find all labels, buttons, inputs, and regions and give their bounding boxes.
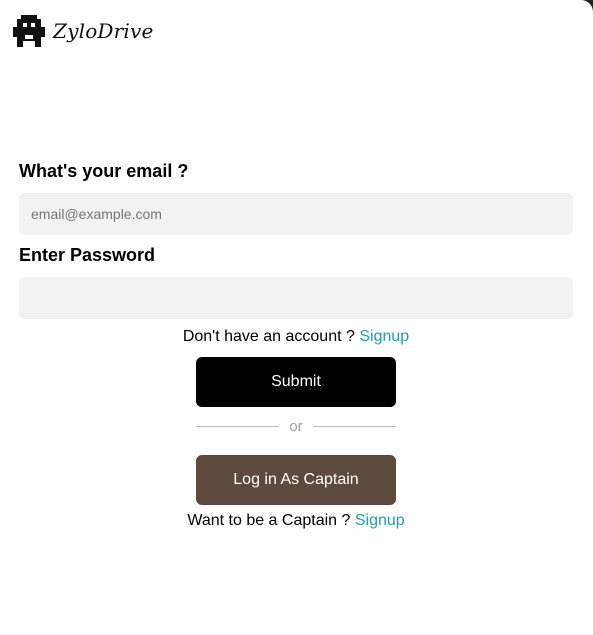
login-form: What's your email ? Enter Password Don't… bbox=[19, 160, 573, 531]
captain-signup-link[interactable]: Signup bbox=[355, 512, 405, 529]
brand-logo: ZyloDrive bbox=[13, 15, 154, 47]
robot-logo-icon bbox=[13, 15, 45, 47]
captain-login-button[interactable]: Log in As Captain bbox=[196, 455, 396, 505]
captain-prompt-row: Want to be a Captain ? Signup bbox=[19, 511, 573, 531]
or-divider: or bbox=[196, 416, 396, 436]
email-label: What's your email ? bbox=[19, 161, 189, 181]
signup-link[interactable]: Signup bbox=[359, 328, 409, 345]
divider-line-left bbox=[196, 425, 279, 427]
divider-line-right bbox=[313, 425, 396, 427]
divider-text: or bbox=[289, 417, 303, 435]
password-field[interactable] bbox=[19, 277, 573, 319]
signup-prompt-text: Don't have an account ? bbox=[182, 328, 360, 345]
brand-name: ZyloDrive bbox=[53, 19, 154, 43]
password-label: Enter Password bbox=[19, 245, 156, 265]
captain-prompt-text: Want to be a Captain ? bbox=[187, 512, 355, 529]
signup-prompt-row: Don't have an account ? Signup bbox=[19, 327, 573, 347]
window-corner bbox=[579, 0, 593, 14]
email-field[interactable] bbox=[19, 193, 573, 235]
submit-button[interactable]: Submit bbox=[196, 357, 396, 407]
